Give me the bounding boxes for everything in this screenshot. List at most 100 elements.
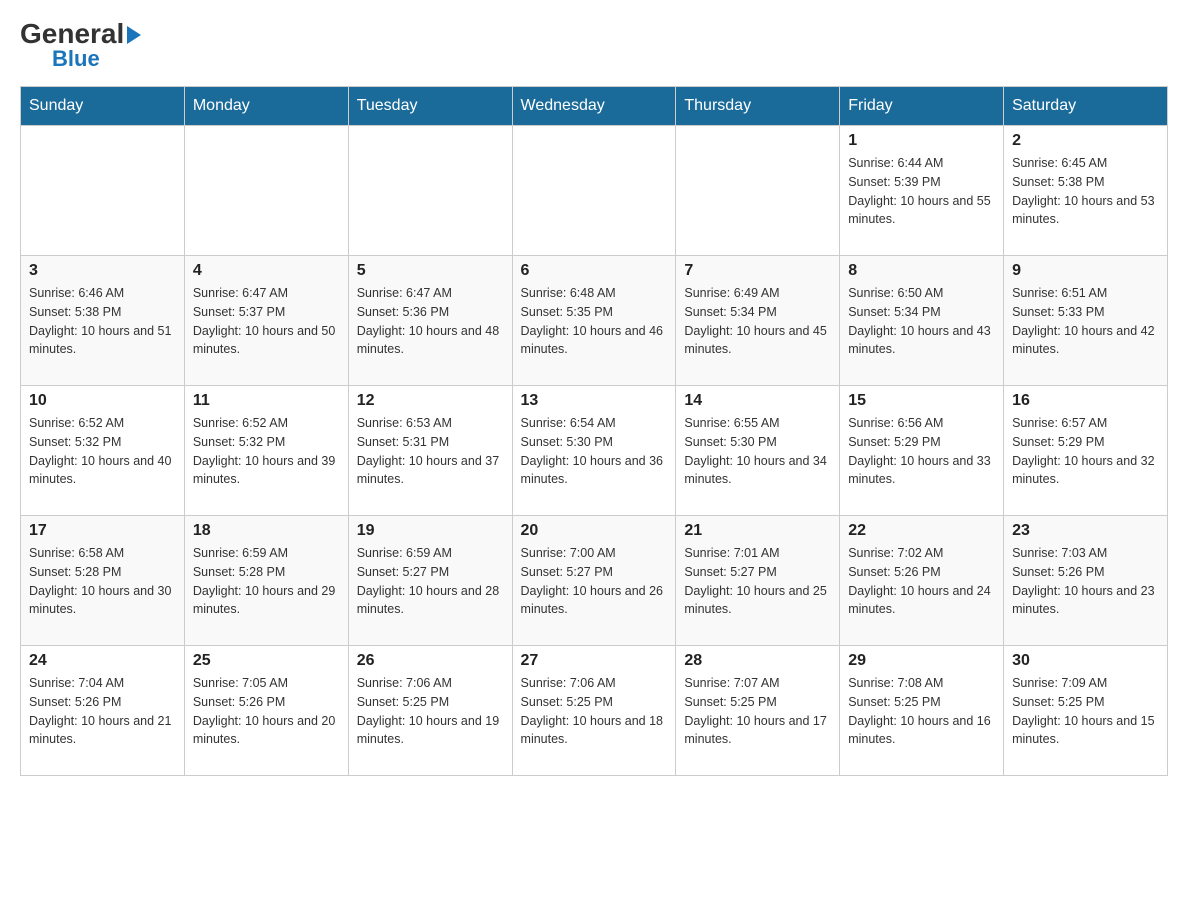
day-number: 30 <box>1012 652 1159 670</box>
day-info: Sunrise: 7:08 AMSunset: 5:25 PMDaylight:… <box>848 674 995 749</box>
day-info: Sunrise: 6:56 AMSunset: 5:29 PMDaylight:… <box>848 414 995 489</box>
day-info: Sunrise: 6:47 AMSunset: 5:37 PMDaylight:… <box>193 284 340 359</box>
day-info: Sunrise: 6:51 AMSunset: 5:33 PMDaylight:… <box>1012 284 1159 359</box>
calendar-cell: 26 Sunrise: 7:06 AMSunset: 5:25 PMDayligh… <box>348 646 512 776</box>
calendar-cell: 19 Sunrise: 6:59 AMSunset: 5:27 PMDayligh… <box>348 516 512 646</box>
logo-arrow-icon <box>127 26 141 44</box>
day-info: Sunrise: 6:45 AMSunset: 5:38 PMDaylight:… <box>1012 154 1159 229</box>
day-number: 17 <box>29 522 176 540</box>
day-info: Sunrise: 7:03 AMSunset: 5:26 PMDaylight:… <box>1012 544 1159 619</box>
day-number: 6 <box>521 262 668 280</box>
calendar-week-4: 17 Sunrise: 6:58 AMSunset: 5:28 PMDayligh… <box>21 516 1168 646</box>
page-header: General Blue <box>20 20 1168 70</box>
day-info: Sunrise: 7:00 AMSunset: 5:27 PMDaylight:… <box>521 544 668 619</box>
day-number: 2 <box>1012 132 1159 150</box>
day-number: 27 <box>521 652 668 670</box>
weekday-header-tuesday: Tuesday <box>348 87 512 126</box>
day-number: 14 <box>684 392 831 410</box>
day-info: Sunrise: 7:06 AMSunset: 5:25 PMDaylight:… <box>357 674 504 749</box>
day-number: 26 <box>357 652 504 670</box>
day-number: 22 <box>848 522 995 540</box>
weekday-header-friday: Friday <box>840 87 1004 126</box>
day-number: 24 <box>29 652 176 670</box>
day-info: Sunrise: 6:48 AMSunset: 5:35 PMDaylight:… <box>521 284 668 359</box>
calendar-cell: 28 Sunrise: 7:07 AMSunset: 5:25 PMDayligh… <box>676 646 840 776</box>
day-number: 4 <box>193 262 340 280</box>
calendar-cell: 30 Sunrise: 7:09 AMSunset: 5:25 PMDayligh… <box>1004 646 1168 776</box>
calendar-cell: 6 Sunrise: 6:48 AMSunset: 5:35 PMDaylight… <box>512 256 676 386</box>
calendar-cell: 5 Sunrise: 6:47 AMSunset: 5:36 PMDaylight… <box>348 256 512 386</box>
day-info: Sunrise: 6:50 AMSunset: 5:34 PMDaylight:… <box>848 284 995 359</box>
calendar-cell: 29 Sunrise: 7:08 AMSunset: 5:25 PMDayligh… <box>840 646 1004 776</box>
day-number: 19 <box>357 522 504 540</box>
day-info: Sunrise: 6:52 AMSunset: 5:32 PMDaylight:… <box>193 414 340 489</box>
day-number: 21 <box>684 522 831 540</box>
weekday-header-wednesday: Wednesday <box>512 87 676 126</box>
weekday-header-saturday: Saturday <box>1004 87 1168 126</box>
day-number: 9 <box>1012 262 1159 280</box>
calendar-cell: 9 Sunrise: 6:51 AMSunset: 5:33 PMDaylight… <box>1004 256 1168 386</box>
calendar-cell: 17 Sunrise: 6:58 AMSunset: 5:28 PMDayligh… <box>21 516 185 646</box>
day-number: 10 <box>29 392 176 410</box>
calendar-cell: 10 Sunrise: 6:52 AMSunset: 5:32 PMDayligh… <box>21 386 185 516</box>
day-info: Sunrise: 6:52 AMSunset: 5:32 PMDaylight:… <box>29 414 176 489</box>
day-number: 12 <box>357 392 504 410</box>
day-info: Sunrise: 7:04 AMSunset: 5:26 PMDaylight:… <box>29 674 176 749</box>
calendar-week-3: 10 Sunrise: 6:52 AMSunset: 5:32 PMDayligh… <box>21 386 1168 516</box>
day-number: 5 <box>357 262 504 280</box>
calendar-cell: 14 Sunrise: 6:55 AMSunset: 5:30 PMDayligh… <box>676 386 840 516</box>
day-info: Sunrise: 6:57 AMSunset: 5:29 PMDaylight:… <box>1012 414 1159 489</box>
day-info: Sunrise: 6:55 AMSunset: 5:30 PMDaylight:… <box>684 414 831 489</box>
calendar-cell: 21Sunrise: 7:01 AMSunset: 5:27 PMDayligh… <box>676 516 840 646</box>
calendar-cell: 23 Sunrise: 7:03 AMSunset: 5:26 PMDayligh… <box>1004 516 1168 646</box>
day-number: 23 <box>1012 522 1159 540</box>
calendar-cell <box>512 126 676 256</box>
calendar-header-row: SundayMondayTuesdayWednesdayThursdayFrid… <box>21 87 1168 126</box>
calendar-cell: 4 Sunrise: 6:47 AMSunset: 5:37 PMDaylight… <box>184 256 348 386</box>
day-info: Sunrise: 6:53 AMSunset: 5:31 PMDaylight:… <box>357 414 504 489</box>
calendar-cell: 16Sunrise: 6:57 AMSunset: 5:29 PMDayligh… <box>1004 386 1168 516</box>
day-info: Sunrise: 6:58 AMSunset: 5:28 PMDaylight:… <box>29 544 176 619</box>
weekday-header-monday: Monday <box>184 87 348 126</box>
logo: General Blue <box>20 20 141 70</box>
calendar-cell: 13Sunrise: 6:54 AMSunset: 5:30 PMDayligh… <box>512 386 676 516</box>
day-number: 29 <box>848 652 995 670</box>
day-info: Sunrise: 6:47 AMSunset: 5:36 PMDaylight:… <box>357 284 504 359</box>
calendar-table: SundayMondayTuesdayWednesdayThursdayFrid… <box>20 86 1168 776</box>
calendar-cell <box>21 126 185 256</box>
logo-blue-text: Blue <box>52 48 100 70</box>
day-info: Sunrise: 7:05 AMSunset: 5:26 PMDaylight:… <box>193 674 340 749</box>
day-info: Sunrise: 6:46 AMSunset: 5:38 PMDaylight:… <box>29 284 176 359</box>
day-info: Sunrise: 6:59 AMSunset: 5:28 PMDaylight:… <box>193 544 340 619</box>
calendar-cell: 11 Sunrise: 6:52 AMSunset: 5:32 PMDayligh… <box>184 386 348 516</box>
day-number: 20 <box>521 522 668 540</box>
calendar-cell: 20 Sunrise: 7:00 AMSunset: 5:27 PMDayligh… <box>512 516 676 646</box>
calendar-cell: 18 Sunrise: 6:59 AMSunset: 5:28 PMDayligh… <box>184 516 348 646</box>
calendar-cell: 2 Sunrise: 6:45 AMSunset: 5:38 PMDaylight… <box>1004 126 1168 256</box>
day-number: 13 <box>521 392 668 410</box>
logo-general-text: General <box>20 20 141 48</box>
day-info: Sunrise: 7:02 AMSunset: 5:26 PMDaylight:… <box>848 544 995 619</box>
day-number: 18 <box>193 522 340 540</box>
day-number: 1 <box>848 132 995 150</box>
day-number: 11 <box>193 392 340 410</box>
day-number: 28 <box>684 652 831 670</box>
day-number: 8 <box>848 262 995 280</box>
calendar-cell: 8 Sunrise: 6:50 AMSunset: 5:34 PMDaylight… <box>840 256 1004 386</box>
weekday-header-thursday: Thursday <box>676 87 840 126</box>
day-number: 15 <box>848 392 995 410</box>
calendar-cell: 24 Sunrise: 7:04 AMSunset: 5:26 PMDayligh… <box>21 646 185 776</box>
calendar-cell <box>184 126 348 256</box>
day-info: Sunrise: 7:07 AMSunset: 5:25 PMDaylight:… <box>684 674 831 749</box>
day-info: Sunrise: 6:59 AMSunset: 5:27 PMDaylight:… <box>357 544 504 619</box>
calendar-cell <box>348 126 512 256</box>
day-info: Sunrise: 7:09 AMSunset: 5:25 PMDaylight:… <box>1012 674 1159 749</box>
calendar-week-1: 1Sunrise: 6:44 AMSunset: 5:39 PMDaylight… <box>21 126 1168 256</box>
calendar-week-5: 24 Sunrise: 7:04 AMSunset: 5:26 PMDayligh… <box>21 646 1168 776</box>
calendar-week-2: 3Sunrise: 6:46 AMSunset: 5:38 PMDaylight… <box>21 256 1168 386</box>
day-number: 7 <box>684 262 831 280</box>
calendar-cell: 27Sunrise: 7:06 AMSunset: 5:25 PMDayligh… <box>512 646 676 776</box>
calendar-cell <box>676 126 840 256</box>
day-number: 25 <box>193 652 340 670</box>
calendar-cell: 22 Sunrise: 7:02 AMSunset: 5:26 PMDayligh… <box>840 516 1004 646</box>
